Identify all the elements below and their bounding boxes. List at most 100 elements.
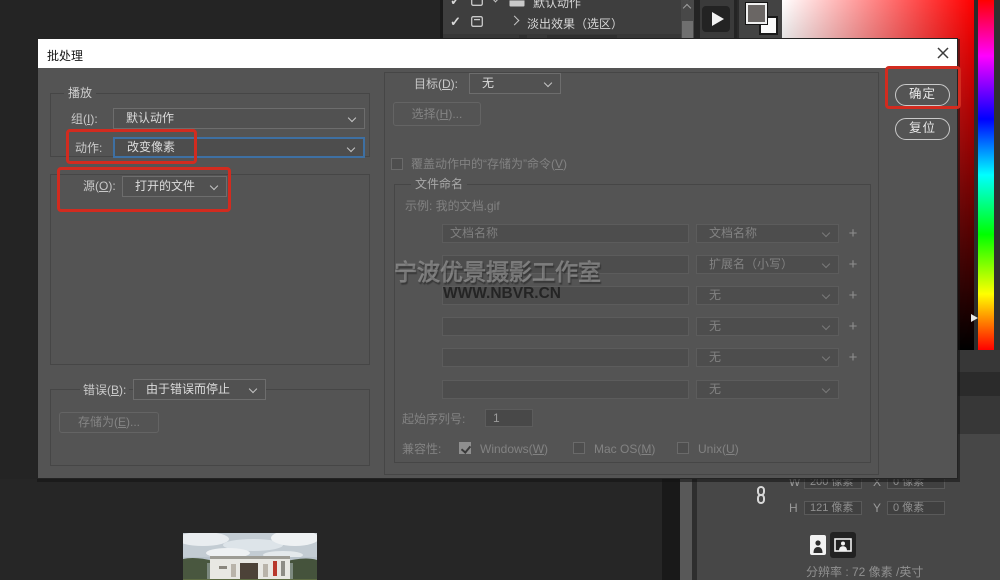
naming-dropdown-value: 无	[709, 382, 721, 396]
close-icon[interactable]	[937, 47, 949, 59]
action-set-label: 组(I):	[71, 112, 98, 126]
orientation-landscape-button[interactable]	[830, 532, 856, 558]
naming-dropdown[interactable]: 文档名称	[696, 224, 839, 243]
naming-dropdown-value: 扩展名（小写）	[709, 257, 793, 271]
link-dimensions-icon[interactable]	[755, 486, 767, 504]
add-naming-row-button[interactable]: +	[846, 349, 860, 366]
hue-bar-edge	[994, 0, 1000, 350]
action-set-value: 默认动作	[126, 111, 174, 125]
hue-slider-marker[interactable]	[971, 314, 978, 322]
orientation-portrait-button[interactable]	[810, 535, 826, 555]
file-naming-example: 示例: 我的文档.gif	[405, 199, 500, 213]
naming-dropdown-value: 文档名称	[709, 226, 757, 240]
override-save-checkbox[interactable]	[391, 158, 403, 170]
canvas-edge-shadow	[662, 479, 680, 580]
action-name[interactable]: 淡出效果（选区）	[527, 15, 623, 32]
override-save-label: 覆盖动作中的“存储为”命令(V)	[411, 157, 567, 171]
chevron-down-icon	[822, 353, 830, 361]
action-row[interactable]: ✓ 默认动作	[443, 0, 694, 9]
document-photo-thumbnail	[183, 533, 317, 580]
resolution-text: 分辨率 : 72 像素 /英寸	[806, 563, 923, 580]
play-icon	[712, 12, 724, 26]
add-naming-row-button[interactable]: +	[846, 225, 860, 242]
dialog-toggle-icon[interactable]	[471, 0, 483, 9]
serial-number-input[interactable]: 1	[485, 409, 533, 427]
chevron-down-icon[interactable]	[491, 0, 501, 2]
portrait-person-icon	[810, 535, 826, 555]
chevron-down-icon	[822, 229, 830, 237]
y-field[interactable]: 0 像素	[887, 501, 945, 515]
folder-icon	[509, 0, 525, 10]
save-as-button[interactable]: 存储为(E)...	[59, 412, 159, 433]
chevron-right-icon[interactable]	[510, 16, 520, 26]
foreground-color-swatch[interactable]	[746, 3, 767, 24]
scroll-up-icon[interactable]	[683, 4, 691, 12]
right-dock-band	[958, 372, 1000, 396]
annotation-box-action	[66, 129, 197, 164]
chevron-down-icon	[822, 322, 830, 330]
watermark-studio-name: 宁波优景摄影工作室	[394, 253, 601, 287]
color-swatch-panel	[737, 0, 782, 38]
compatibility-label: 兼容性:	[402, 442, 441, 456]
panel-divider[interactable]	[680, 479, 692, 580]
reset-button[interactable]: 复位	[895, 118, 950, 140]
destination-dropdown[interactable]: 无	[469, 73, 561, 94]
naming-input[interactable]	[442, 348, 689, 367]
compat-checkbox-macos[interactable]	[573, 442, 585, 454]
compat-label: Unix(U)	[698, 442, 739, 456]
chevron-down-icon	[249, 385, 257, 393]
naming-dropdown[interactable]: 无	[696, 380, 839, 399]
compat-label: Mac OS(M)	[594, 442, 655, 456]
destination-value: 无	[482, 76, 494, 90]
play-button[interactable]	[702, 6, 730, 32]
dialog-titlebar[interactable]: 批处理	[38, 39, 957, 68]
serial-number-label: 起始序列号:	[402, 412, 465, 426]
error-label: 错误(B):	[80, 383, 129, 397]
document-canvas	[0, 479, 674, 580]
compat-checkbox-windows[interactable]	[459, 442, 471, 454]
scrollbar-thumb[interactable]	[682, 21, 693, 38]
chevron-down-icon	[822, 291, 830, 299]
naming-dropdown[interactable]: 无	[696, 317, 839, 336]
action-set-name[interactable]: 默认动作	[533, 0, 581, 11]
height-field[interactable]: 121 像素	[804, 501, 862, 515]
naming-input[interactable]	[442, 380, 689, 399]
compat-label: Windows(W)	[480, 442, 548, 456]
annotation-box-source	[57, 167, 231, 212]
play-group-label: 播放	[64, 87, 96, 100]
error-dropdown[interactable]: 由于错误而停止	[133, 379, 266, 400]
naming-input[interactable]: 文档名称	[442, 224, 689, 243]
right-dock-panel	[958, 350, 1000, 434]
add-naming-row-button[interactable]: +	[846, 256, 860, 273]
add-naming-row-button[interactable]: +	[846, 287, 860, 304]
chevron-down-icon	[822, 260, 830, 268]
naming-dropdown-value: 无	[709, 350, 721, 364]
file-naming-label: 文件命名	[411, 178, 467, 191]
naming-dropdown-value: 无	[709, 288, 721, 302]
panel-divider-edge	[692, 479, 697, 580]
dialog-toggle-icon[interactable]	[471, 16, 483, 30]
right-dock-panel-lower	[958, 434, 1000, 479]
action-row[interactable]: ✓ 淡出效果（选区）	[443, 13, 694, 30]
height-label: H	[789, 501, 798, 515]
compat-checkbox-unix[interactable]	[677, 442, 689, 454]
choose-button[interactable]: 选择(H)...	[393, 102, 481, 126]
naming-dropdown[interactable]: 无	[696, 348, 839, 367]
naming-dropdown[interactable]: 无	[696, 286, 839, 305]
watermark-website: WWW.NBVR.CN	[443, 285, 561, 303]
actions-panel: ✓ 默认动作 ✓ 淡出效果（选区）	[440, 0, 694, 38]
chevron-down-icon	[544, 79, 552, 87]
naming-input[interactable]	[442, 317, 689, 336]
action-set-dropdown[interactable]: 默认动作	[113, 108, 365, 129]
actions-scrollbar[interactable]	[681, 0, 694, 38]
chevron-down-icon	[347, 144, 355, 152]
chevron-down-icon	[348, 114, 356, 122]
y-label: Y	[873, 501, 881, 515]
check-icon[interactable]: ✓	[450, 14, 461, 29]
naming-dropdown[interactable]: 扩展名（小写）	[696, 255, 839, 274]
annotation-box-ok	[885, 66, 961, 109]
check-icon[interactable]: ✓	[450, 0, 461, 8]
add-naming-row-button[interactable]: +	[846, 318, 860, 335]
dialog-title: 批处理	[47, 47, 83, 64]
hue-slider[interactable]	[978, 0, 994, 350]
